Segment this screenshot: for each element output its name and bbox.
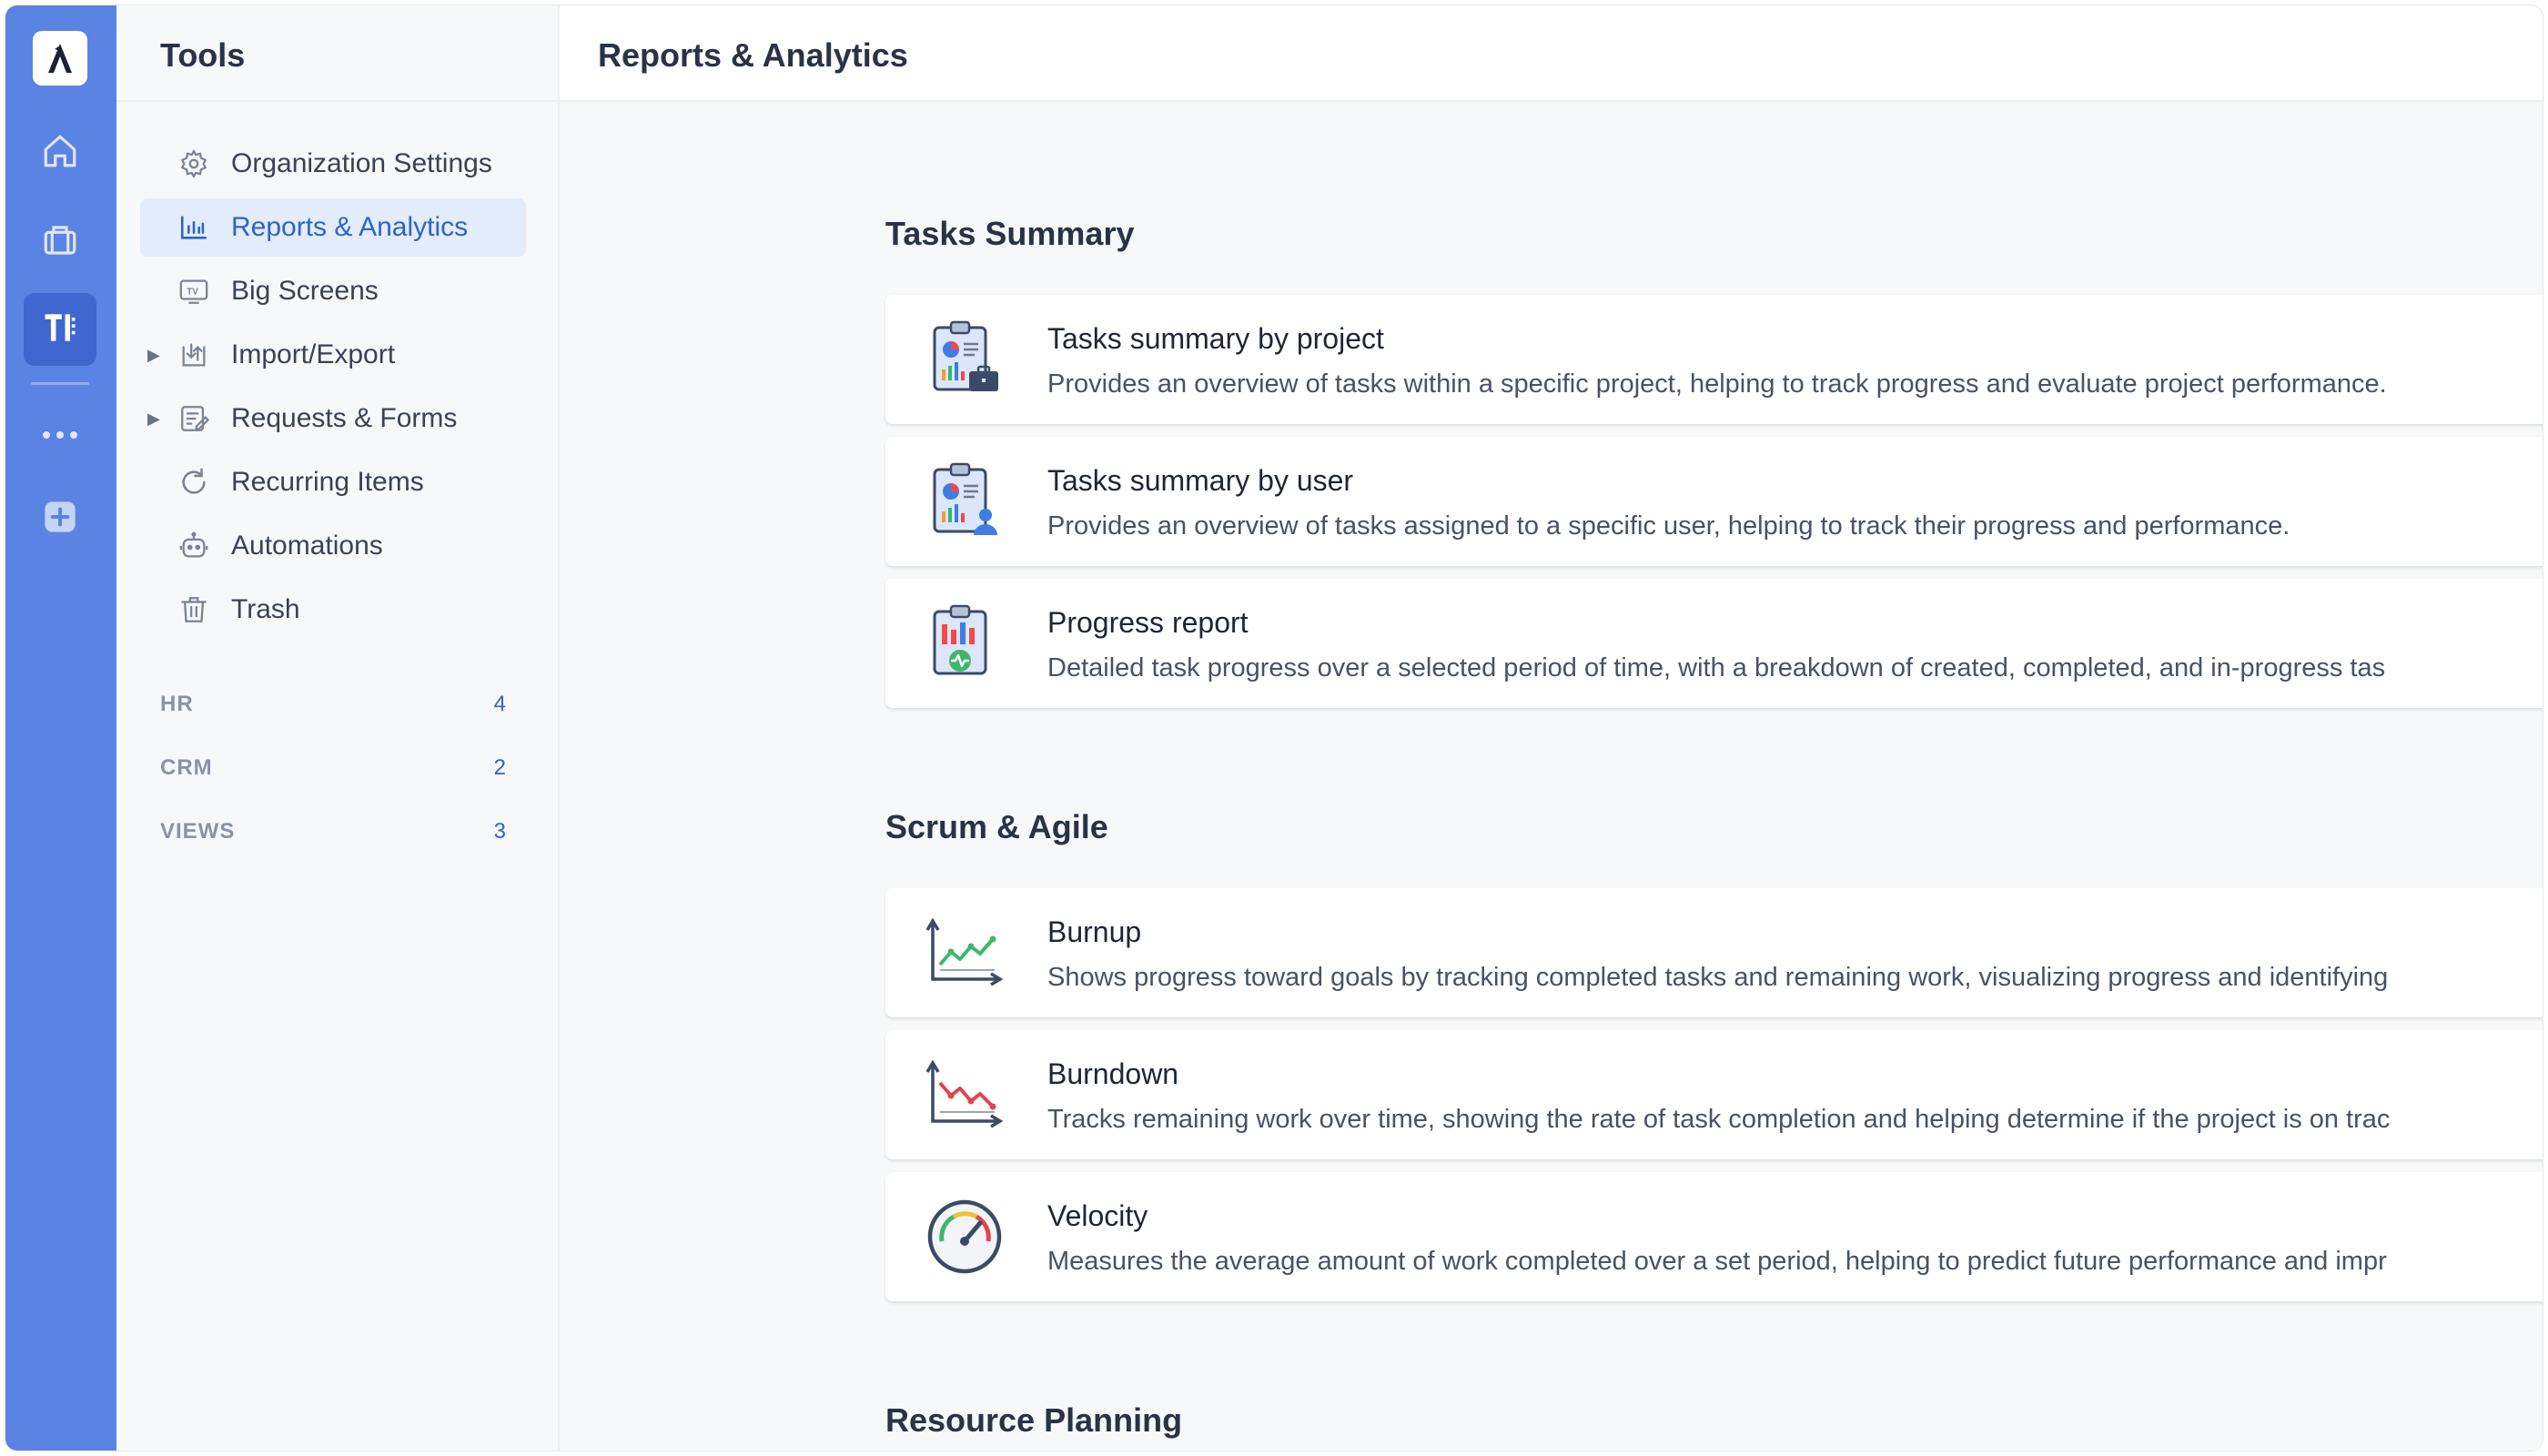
caret-right-icon[interactable]: ▶ [147, 410, 160, 429]
nav-item-requests-forms[interactable]: ▶ Requests & Forms [140, 389, 526, 448]
section-title-resource-planning: Resource Planning [885, 1401, 1183, 1439]
nav-item-organization-settings[interactable]: Organization Settings [140, 135, 526, 193]
nav-item-automations[interactable]: Automations [140, 517, 526, 575]
rail-home[interactable] [24, 116, 96, 189]
divider [116, 100, 558, 102]
report-card-title: Burnup [1047, 915, 1142, 948]
group-hr[interactable]: HR 4 [160, 686, 515, 723]
group-count: 2 [493, 755, 506, 780]
bar-chart-icon [177, 210, 211, 245]
report-card-title: Burndown [1047, 1057, 1179, 1090]
speedometer-icon [924, 1196, 1006, 1278]
app-logo[interactable] [33, 31, 87, 86]
report-card-title: Tasks summary by user [1047, 464, 1354, 497]
report-card-description: Provides an overview of tasks within a s… [1047, 369, 2387, 399]
report-card-velocity[interactable]: Velocity Measures the average amount of … [885, 1172, 2543, 1301]
home-icon [41, 132, 79, 175]
nav-item-big-screens[interactable]: TV Big Screens [140, 262, 526, 320]
clipboard-progress-icon [924, 602, 1006, 684]
report-card-title: Velocity [1047, 1199, 1148, 1232]
nav-item-label: Trash [231, 594, 300, 624]
report-card-description: Provides an overview of tasks assigned t… [1047, 511, 2290, 541]
rail-more[interactable] [24, 400, 96, 473]
gear-icon [177, 147, 211, 181]
report-card-description: Shows progress toward goals by tracking … [1047, 963, 2389, 992]
more-icon [40, 429, 80, 446]
report-card-tasks-summary-by-project[interactable]: Tasks summary by project Provides an ove… [885, 295, 2543, 424]
group-crm[interactable]: CRM 2 [160, 750, 515, 786]
clipboard-user-report-icon [924, 460, 1006, 542]
rail-add[interactable] [24, 482, 96, 555]
clipboard-project-report-icon [924, 318, 1006, 400]
nav-item-label: Big Screens [231, 276, 379, 306]
burnup-chart-icon [924, 912, 1006, 994]
group-label: HR [160, 692, 194, 716]
group-label: VIEWS [160, 819, 236, 844]
nav-item-recurring-items[interactable]: Recurring Items [140, 453, 526, 511]
app-rail [5, 5, 116, 1451]
report-card-title: Tasks summary by project [1047, 322, 1384, 355]
report-card-description: Tracks remaining work over time, showing… [1047, 1105, 2391, 1134]
tools-title: Tools [160, 36, 246, 74]
caret-right-icon[interactable]: ▶ [147, 346, 160, 365]
report-card-description: Detailed task progress over a selected p… [1047, 653, 2386, 682]
nav-item-label: Automations [231, 531, 383, 561]
section-title-scrum-agile: Scrum & Agile [885, 808, 1108, 845]
tools-icon [40, 308, 80, 352]
svg-text:TV: TV [187, 288, 198, 298]
report-card-progress-report[interactable]: Progress report Detailed task progress o… [885, 579, 2543, 708]
briefcase-icon [41, 221, 79, 264]
tv-icon: TV [177, 274, 211, 308]
rail-projects[interactable] [24, 206, 96, 278]
burndown-chart-icon [924, 1054, 1006, 1136]
nav-item-trash[interactable]: Trash [140, 581, 526, 639]
report-card-title: Progress report [1047, 606, 1249, 639]
app-window: Tools Organization Settings Reports & An… [5, 5, 2543, 1451]
nav-item-label: Import/Export [231, 339, 396, 369]
group-count: 4 [493, 692, 506, 716]
trash-icon [177, 592, 211, 627]
main-content: Reports & Analytics Tasks Summary Tasks … [560, 5, 2543, 1451]
report-card-description: Measures the average amount of work comp… [1047, 1247, 2387, 1276]
nav-item-label: Reports & Analytics [231, 212, 469, 242]
page-title: Reports & Analytics [598, 36, 908, 74]
add-icon [42, 499, 78, 540]
tools-sidebar: Tools Organization Settings Reports & An… [116, 5, 560, 1451]
nav-item-import-export[interactable]: ▶ Import/Export [140, 326, 526, 384]
form-icon [177, 401, 211, 436]
rail-tools[interactable] [24, 293, 96, 366]
main-header: Reports & Analytics [560, 5, 2543, 102]
section-title-tasks-summary: Tasks Summary [885, 215, 1135, 252]
import-export-icon [177, 338, 211, 372]
report-card-burndown[interactable]: Burndown Tracks remaining work over time… [885, 1030, 2543, 1159]
nav-item-reports-analytics[interactable]: Reports & Analytics [140, 198, 526, 257]
nav-item-label: Requests & Forms [231, 403, 458, 433]
group-views[interactable]: VIEWS 3 [160, 814, 515, 850]
report-card-tasks-summary-by-user[interactable]: Tasks summary by user Provides an overvi… [885, 437, 2543, 566]
group-count: 3 [493, 819, 506, 844]
nav-item-label: Recurring Items [231, 467, 424, 497]
report-card-burnup[interactable]: Burnup Shows progress toward goals by tr… [885, 888, 2543, 1017]
recurring-icon [177, 465, 211, 500]
group-label: CRM [160, 755, 213, 780]
rail-separator [31, 382, 89, 385]
nav-item-label: Organization Settings [231, 148, 492, 178]
robot-icon [177, 529, 211, 563]
